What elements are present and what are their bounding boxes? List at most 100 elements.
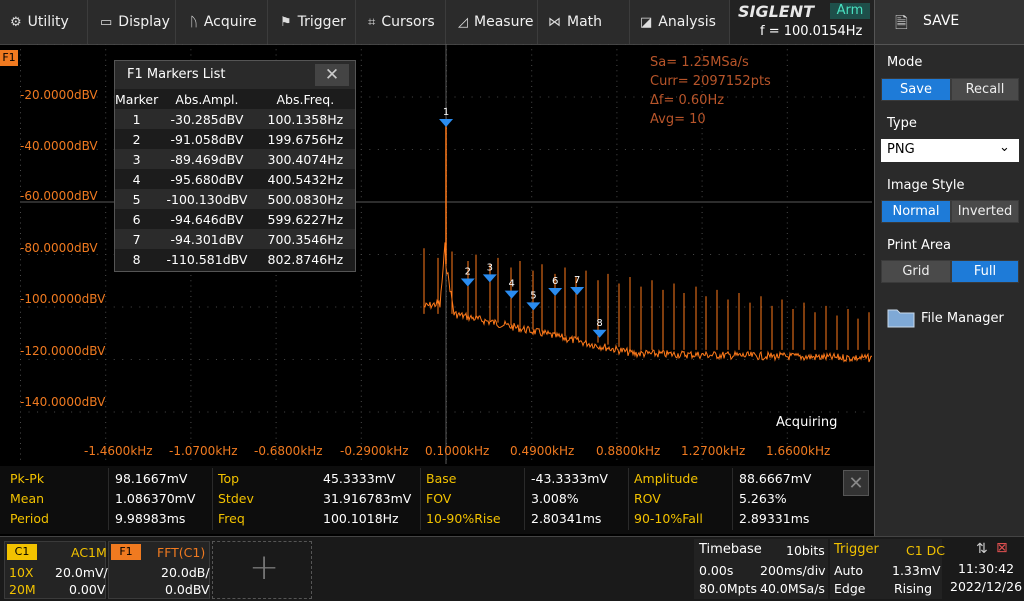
menu-utility[interactable]: ⚙ Utility [0,0,88,44]
close-icon[interactable]: ✕ [315,64,349,86]
fft-marker[interactable]: 5 [526,290,541,311]
save-icon: 🗎 [895,13,908,32]
fft-info-line: Avg= 10 [650,112,706,127]
menu-display[interactable]: ▭ Display [88,0,176,44]
network-icon: ⊠ [996,540,1008,556]
right-panel: 🗎 SAVE Mode Save Recall Type PNG ⌄ Image… [874,0,1024,536]
marker-number: 4 [508,279,514,290]
x-label: 0.4900kHz [510,444,575,458]
cell: -91.058dBV [158,129,256,149]
image-style-label: Image Style [887,178,965,193]
fft-marker[interactable]: 6 [548,276,563,296]
x-label: 1.6600kHz [766,444,831,458]
markers-list-window: F1 Markers List ✕ Marker Abs.Ampl. Abs.F… [114,60,356,272]
cell: -100.130dBV [158,189,256,209]
table-row: 1 -30.285dBV 100.1358Hz [115,109,355,129]
divider [524,468,525,530]
cell: -94.301dBV [158,229,256,249]
math-icon: ⋈ [548,14,561,30]
fft-marker[interactable]: 1 [439,107,454,127]
fft-marker[interactable]: 8 [592,318,607,338]
menu-measure[interactable]: ◿ Measure [446,0,538,44]
measure-value: 3.008% [531,491,579,506]
table-row: 6 -94.646dBV 599.6227Hz [115,209,355,229]
trigger-box[interactable]: Trigger C1 DC Auto 1.33mV Edge Rising [830,539,946,599]
measure-label: ROV [634,491,661,506]
measure-value: 2.89331ms [739,511,810,526]
divider [212,468,213,530]
cell: 3 [115,149,159,169]
f1-scale: 20.0dB/ [161,565,210,580]
print-area-label: Print Area [887,238,951,253]
close-icon[interactable]: ✕ [843,470,869,496]
measurement-panel: Pk-Pk 98.1667mV Top 45.3333mV Base -43.3333mV… [0,466,874,534]
type-select-value: PNG [887,142,915,157]
cell: 2 [115,129,159,149]
clock-time: 11:30:42 [958,561,1015,576]
print-area-full-button[interactable]: Full [951,260,1019,283]
measure-value: 31.916783mV [323,491,412,506]
cell: -95.680dBV [158,169,256,189]
column-header: Abs.Freq. [276,91,335,107]
measure-label: FOV [426,491,452,506]
type-select[interactable]: PNG ⌄ [881,139,1019,162]
cell: 500.0830Hz [255,189,355,209]
brand-box: SIGLENT Arm f = 100.0154Hz [730,0,874,44]
mode-recall-button[interactable]: Recall [951,78,1019,101]
menu-trigger[interactable]: ⚑ Trigger [268,0,356,44]
menu-acquire[interactable]: ᚢ Acquire [176,0,268,44]
chevron-down-icon: ⌄ [999,140,1010,155]
status-bar: C1 AC1M 10X 20.0mV/ 20M 0.00V F1 FFT(C1)… [0,536,1024,601]
trigger-slope: Rising [894,581,933,596]
menu-cursors[interactable]: ⌗ Cursors [356,0,446,44]
image-style-inverted-button[interactable]: Inverted [951,200,1019,223]
menu-math[interactable]: ⋈ Math [538,0,630,44]
trigger-source: C1 DC [906,543,946,558]
marker-number: 3 [487,262,493,273]
fft-marker[interactable]: 4 [504,279,519,299]
add-channel-button[interactable]: + [212,541,312,599]
fft-info-line: Δf= 0.60Hz [650,93,725,108]
x-label: -1.4600kHz [84,444,153,458]
fft-marker[interactable]: 2 [460,267,475,287]
mode-label: Mode [887,55,923,70]
cell: -94.646dBV [158,209,256,229]
image-style-normal-button[interactable]: Normal [881,200,951,223]
timebase-box[interactable]: Timebase 10bits 0.00s 200ms/div 80.0Mpts… [694,539,828,599]
cell: 100.1358Hz [255,109,355,129]
trigger-type: Edge [834,581,866,596]
measure-value: 9.98983ms [115,511,186,526]
mode-save-button[interactable]: Save [881,78,951,101]
measure-value: 88.6667mV [739,471,812,486]
cell: -110.581dBV [158,249,256,269]
menu-analysis[interactable]: ◪ Analysis [630,0,730,44]
marker-number: 7 [574,275,580,286]
cursors-icon: ⌗ [368,14,376,30]
f1-channel-box[interactable]: F1 FFT(C1) 20.0dB/ 0.0dBV [108,541,210,599]
markers-list-header: F1 Markers List ✕ [115,61,355,89]
fft-info-line: Sa= 1.25MSa/s [650,55,749,70]
file-manager-button[interactable]: File Manager [881,298,1019,338]
x-label: 0.8800kHz [596,444,661,458]
monitor-icon: ▭ [100,14,113,30]
cell: 8 [115,249,159,269]
gear-icon: ⚙ [10,14,22,30]
measure-label: Stdev [218,491,254,506]
cell: 802.8746Hz [255,249,355,269]
fft-marker[interactable]: 7 [570,275,585,296]
f1-source: FFT(C1) [157,545,206,560]
f1-offset: 0.0dBV [165,582,210,597]
table-row: 8 -110.581dBV 802.8746Hz [115,249,355,269]
marker-number: 8 [596,318,602,329]
timebase-label: Timebase [699,542,762,557]
column-header: Marker [115,91,159,107]
measure-value: 5.263% [739,491,787,506]
marker-number: 6 [552,276,558,287]
cell: 6 [115,209,159,229]
measure-label: Mean [10,491,45,506]
c1-channel-box[interactable]: C1 AC1M 10X 20.0mV/ 20M 0.00V [4,541,108,599]
print-area-grid-button[interactable]: Grid [881,260,951,283]
measure-label: Pk-Pk [10,471,45,486]
column-header: Abs.Ampl. [175,91,239,107]
fft-marker[interactable]: 3 [482,262,497,283]
